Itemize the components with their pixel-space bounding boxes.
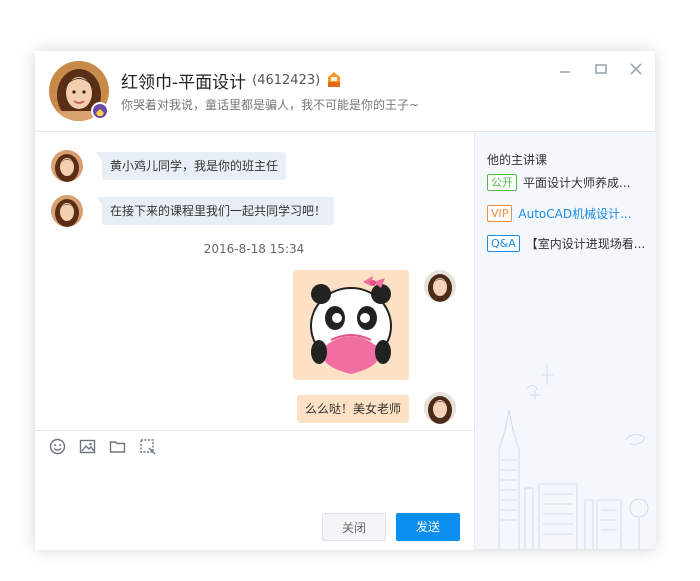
message-list[interactable]: 黄小鸡儿同学，我是你的班主任 在接下来的课程里我们一起共同学习吧！ 2016-8… (35, 132, 473, 430)
contact-id: (4612423) (252, 72, 321, 88)
city-skyline-icon (475, 365, 656, 550)
send-button[interactable]: 发送 (396, 513, 460, 541)
contact-name: 红领巾-平面设计 (121, 72, 247, 93)
folder-icon[interactable] (109, 438, 126, 455)
message-bubble: 黄小鸡儿同学，我是你的班主任 (95, 152, 287, 180)
input-toolbar (35, 430, 473, 461)
course-name: 【室内设计进现场看... (525, 236, 646, 251)
title-row: 红领巾-平面设计 (4612423) (121, 69, 342, 93)
course-name: 平面设计大师养成... (523, 175, 631, 190)
sidebar-title: 他的主讲课 (487, 153, 548, 167)
chat-window: 红领巾-平面设计 (4612423) 你哭着对我说，童话里都是骗人，我不可能是你… (35, 51, 656, 550)
panda-sticker[interactable] (293, 270, 409, 380)
sender-avatar[interactable] (51, 195, 83, 227)
emoji-icon[interactable] (49, 438, 66, 455)
level-badge-icon (326, 71, 342, 89)
my-avatar[interactable] (424, 392, 456, 424)
course-tag: Q&A (487, 234, 520, 252)
message-bubble: 在接下来的课程里我们一起共同学习吧！ (95, 197, 335, 225)
screenshot-icon[interactable] (139, 438, 156, 455)
maximize-button[interactable] (593, 61, 609, 77)
course-name: AutoCAD机械设计... (518, 206, 632, 221)
my-avatar[interactable] (424, 270, 456, 302)
teacher-badge-icon (91, 102, 109, 120)
image-icon[interactable] (79, 438, 96, 455)
panda-sticker-icon (310, 276, 392, 374)
chat-header: 红领巾-平面设计 (4612423) 你哭着对我说，童话里都是骗人，我不可能是你… (35, 51, 655, 132)
course-item[interactable]: Q&A 【室内设计进现场看... (487, 234, 645, 252)
contact-signature: 你哭着对我说，童话里都是骗人，我不可能是你的王子~ (121, 98, 420, 112)
close-icon (630, 63, 642, 75)
sender-avatar[interactable] (51, 150, 83, 182)
message-bubble: 么么哒！美女老师 (296, 395, 409, 423)
close-button[interactable]: 关闭 (322, 513, 386, 541)
course-sidebar: 他的主讲课 公开 平面设计大师养成... VIP AutoCAD机械设计... … (474, 132, 656, 550)
course-item[interactable]: VIP AutoCAD机械设计... (487, 204, 632, 222)
close-window-button[interactable] (628, 61, 644, 77)
message-timestamp: 2016-8-18 15:34 (203, 242, 305, 256)
minimize-button[interactable] (557, 61, 573, 77)
minimize-icon (560, 71, 570, 73)
message-input[interactable] (45, 463, 467, 513)
course-item[interactable]: 公开 平面设计大师养成... (487, 173, 630, 191)
course-tag: 公开 (487, 173, 517, 191)
maximize-icon (595, 64, 607, 74)
course-tag: VIP (487, 204, 513, 222)
